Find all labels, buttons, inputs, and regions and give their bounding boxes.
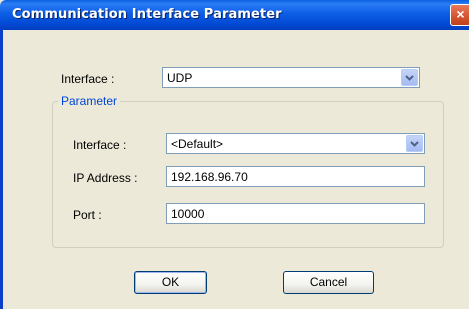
port-label: Port : <box>73 208 102 222</box>
chevron-down-icon <box>405 75 414 81</box>
interface-select[interactable]: UDP <box>162 67 420 88</box>
parameter-interface-label: Interface : <box>73 138 127 152</box>
port-field[interactable]: 10000 <box>166 203 425 224</box>
interface-dropdown-button[interactable] <box>401 69 418 86</box>
ok-button[interactable]: OK <box>134 271 207 294</box>
parameter-interface-select[interactable]: <Default> <box>166 133 425 154</box>
interface-label: Interface : <box>61 72 115 86</box>
close-button[interactable]: × <box>450 4 469 26</box>
close-icon: × <box>456 6 465 22</box>
ip-address-field[interactable]: 192.168.96.70 <box>166 166 425 187</box>
cancel-button[interactable]: Cancel <box>283 271 374 294</box>
ip-address-label: IP Address : <box>73 171 138 185</box>
interface-select-value: UDP <box>167 71 193 85</box>
parameter-interface-dropdown-button[interactable] <box>406 135 423 152</box>
chevron-down-icon <box>410 141 419 147</box>
parameter-interface-value: <Default> <box>171 137 224 151</box>
window-title: Communication Interface Parameter <box>12 7 282 22</box>
title-bar[interactable]: Communication Interface Parameter × <box>0 0 469 30</box>
window-frame <box>0 30 3 309</box>
dialog-window: Communication Interface Parameter × Inte… <box>0 0 469 309</box>
parameter-group-legend: Parameter <box>58 94 121 108</box>
